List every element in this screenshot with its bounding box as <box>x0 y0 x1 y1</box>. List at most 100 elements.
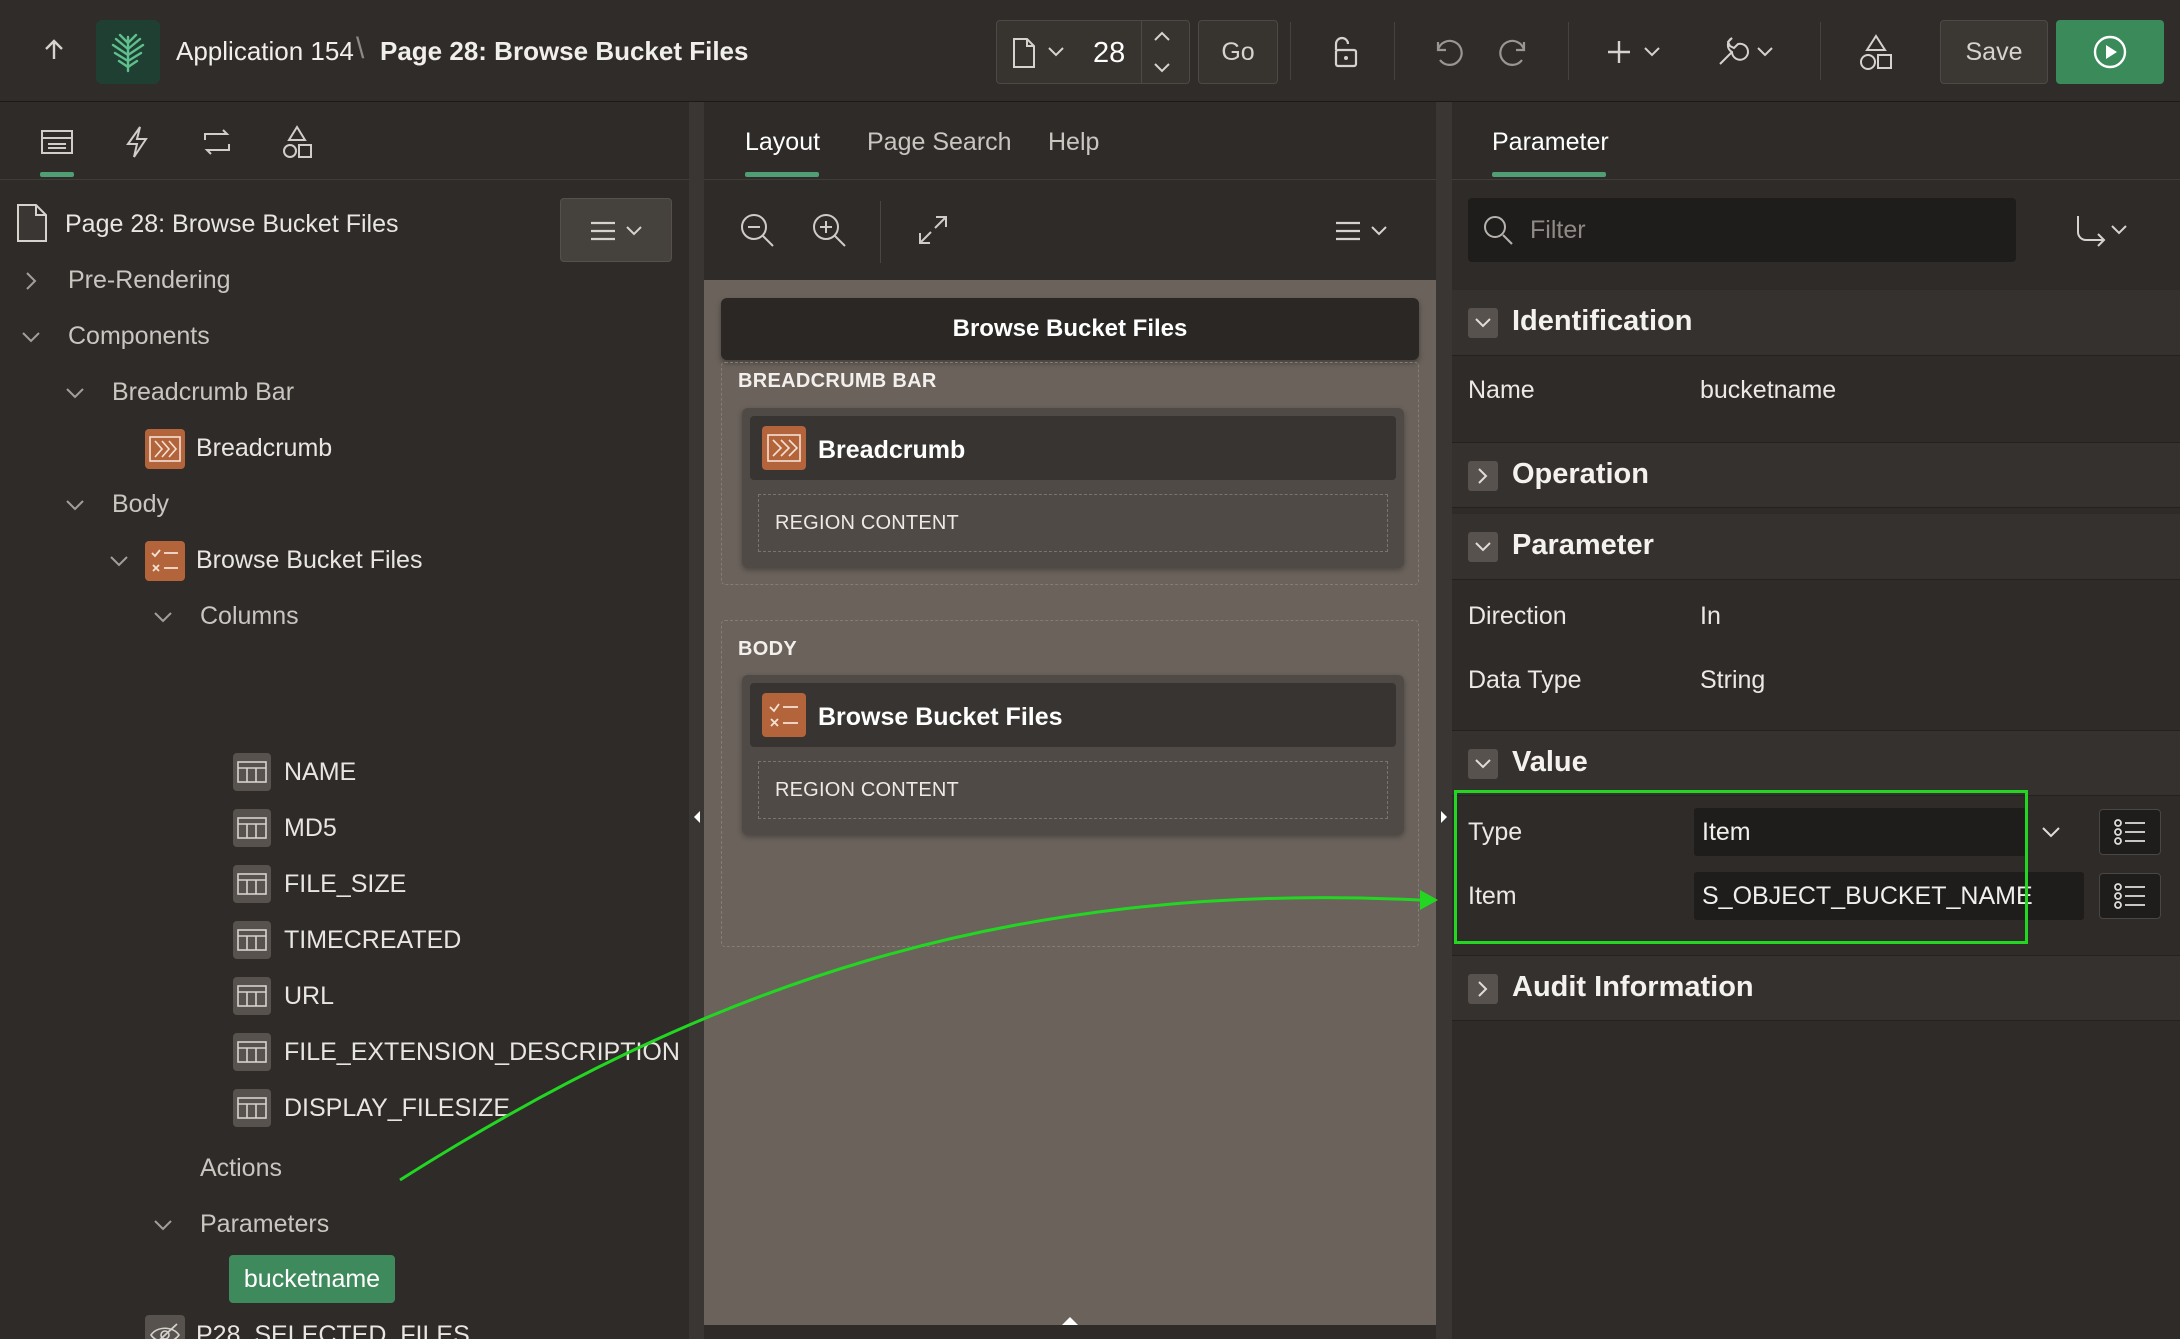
item-list-button[interactable] <box>2099 873 2161 919</box>
chevron-down-icon <box>1468 749 1498 779</box>
tree-bucketname-label: bucketname <box>243 1264 381 1293</box>
tree-p28-selected-files[interactable]: P28_SELECTED_FILES <box>196 1321 470 1339</box>
group-title: Parameter <box>1512 529 1654 561</box>
group-parameter[interactable]: Parameter <box>1452 514 2180 580</box>
browse-bucket-files-layout-region[interactable]: Browse Bucket Files REGION CONTENT <box>742 675 1404 835</box>
wrench-icon <box>1719 37 1773 65</box>
group-title: Operation <box>1512 458 1649 490</box>
layout-page-title: Browse Bucket Files <box>721 298 1419 360</box>
chevron-down-icon[interactable] <box>2040 824 2062 840</box>
left-tabbar <box>0 102 689 180</box>
app-name-link[interactable]: Application 154 <box>176 36 354 67</box>
tab-page-search[interactable]: Page Search <box>867 128 1012 157</box>
expand-icon[interactable] <box>916 213 950 247</box>
group-identification[interactable]: Identification <box>1452 290 2180 356</box>
tree-column-item[interactable]: URL <box>284 982 334 1011</box>
tab-parameter[interactable]: Parameter <box>1492 128 1609 157</box>
spinner-up-icon[interactable] <box>1153 29 1171 43</box>
rendering-tab[interactable] <box>37 122 77 162</box>
region-content-dropzone[interactable]: REGION CONTENT <box>758 761 1388 819</box>
tree-columns[interactable]: Columns <box>200 602 299 631</box>
tab-layout[interactable]: Layout <box>745 128 820 157</box>
chevron-down-icon[interactable] <box>1047 45 1065 59</box>
tree-breadcrumb-bar[interactable]: Breadcrumb Bar <box>112 378 294 407</box>
tree-body[interactable]: Body <box>112 490 169 519</box>
run-page-button[interactable] <box>2056 20 2164 84</box>
group-audit-information[interactable]: Audit Information <box>1452 955 2180 1021</box>
up-arrow-icon[interactable] <box>34 30 74 70</box>
chevron-down-icon[interactable] <box>64 494 86 516</box>
unlock-icon[interactable] <box>1322 30 1366 74</box>
list-icon <box>2114 819 2145 845</box>
hidden-item-icon <box>145 1315 185 1339</box>
tree-pre-rendering[interactable]: Pre-Rendering <box>68 266 231 295</box>
prop-direction-label: Direction <box>1468 602 1567 630</box>
spinner-down-icon[interactable] <box>1153 61 1171 75</box>
page-icon <box>1011 37 1037 69</box>
chevron-right-icon[interactable] <box>20 270 42 292</box>
group-title: Identification <box>1512 305 1693 337</box>
left-splitter[interactable] <box>689 102 705 1339</box>
tree-components[interactable]: Components <box>68 322 210 351</box>
chevron-down-icon <box>1468 308 1498 338</box>
filter-field[interactable]: Filter <box>1468 198 2016 262</box>
layout-canvas: Browse Bucket Files BREADCRUMB BAR Bread… <box>704 280 1436 1325</box>
prop-name-label: Name <box>1468 376 1535 404</box>
column-icon <box>233 921 271 959</box>
prop-name-value[interactable]: bucketname <box>1700 376 1836 405</box>
prop-direction-value[interactable]: In <box>1700 602 1721 631</box>
go-to-group-menu[interactable] <box>2072 212 2136 248</box>
shared-components-tab[interactable] <box>277 122 317 162</box>
tree-breadcrumb[interactable]: Breadcrumb <box>196 434 332 463</box>
prop-datatype-value[interactable]: String <box>1700 666 1765 695</box>
chevron-right-icon <box>1468 461 1498 491</box>
group-value[interactable]: Value <box>1452 730 2180 796</box>
column-icon <box>233 1089 271 1127</box>
create-menu-button[interactable] <box>1600 30 1670 74</box>
processing-tab[interactable] <box>197 122 237 162</box>
tree-column-item[interactable]: TIMECREATED <box>284 926 461 955</box>
zoom-out-icon[interactable] <box>738 211 776 249</box>
breadcrumb-bar-label: BREADCRUMB BAR <box>738 370 937 392</box>
zoom-in-icon[interactable] <box>810 211 848 249</box>
page-selector[interactable]: 28 <box>996 20 1190 84</box>
tree-parameters[interactable]: Parameters <box>200 1210 329 1239</box>
region-content-dropzone[interactable]: REGION CONTENT <box>758 494 1388 552</box>
chevron-down-icon[interactable] <box>108 550 130 572</box>
tree-column-item[interactable]: DISPLAY_FILESIZE <box>284 1094 510 1123</box>
tree-menu-button[interactable] <box>560 198 672 262</box>
save-button[interactable]: Save <box>1940 20 2048 84</box>
group-title: Audit Information <box>1512 971 1754 1003</box>
tab-help[interactable]: Help <box>1048 128 1099 157</box>
chevron-down-icon[interactable] <box>152 606 174 628</box>
rendering-tree-pane: Page 28: Browse Bucket Files Pre-Renderi… <box>0 102 689 1339</box>
breadcrumb-layout-region[interactable]: Breadcrumb REGION CONTENT <box>742 408 1404 568</box>
type-list-button[interactable] <box>2099 809 2161 855</box>
chevron-down-icon[interactable] <box>152 1214 174 1236</box>
right-splitter[interactable] <box>1436 102 1452 1339</box>
tree-column-item[interactable]: NAME <box>284 758 356 787</box>
layout-pane: Layout Page Search Help Browse Bucket Fi… <box>704 102 1436 1339</box>
page-number-input[interactable]: 28 <box>1093 37 1125 70</box>
body-label: BODY <box>738 638 797 660</box>
collapse-bottom-icon[interactable] <box>1061 1316 1079 1326</box>
column-icon <box>233 977 271 1015</box>
go-button[interactable]: Go <box>1198 20 1278 84</box>
tree-column-item[interactable]: MD5 <box>284 814 337 843</box>
group-operation[interactable]: Operation <box>1452 442 2180 508</box>
dynamic-actions-tab[interactable] <box>117 122 157 162</box>
undo-icon[interactable] <box>1424 30 1468 74</box>
tree-column-item[interactable]: FILE_SIZE <box>284 870 406 899</box>
app-logo-icon[interactable] <box>96 20 160 84</box>
tree-actions[interactable]: Actions <box>200 1154 282 1183</box>
chevron-down-icon[interactable] <box>64 382 86 404</box>
layout-menu-button[interactable] <box>1334 219 1394 243</box>
utilities-menu-button[interactable] <box>1712 28 1782 76</box>
tree-column-item[interactable]: FILE_EXTENSION_DESCRIPTION <box>284 1038 680 1067</box>
shared-components-icon[interactable] <box>1852 28 1900 76</box>
redo-icon[interactable] <box>1494 30 1538 74</box>
tree-bucketname-selected[interactable]: bucketname <box>229 1255 395 1303</box>
tree-root-page[interactable]: Page 28: Browse Bucket Files <box>65 210 399 239</box>
tree-browse-bucket-files[interactable]: Browse Bucket Files <box>196 546 422 575</box>
chevron-down-icon[interactable] <box>20 326 42 348</box>
